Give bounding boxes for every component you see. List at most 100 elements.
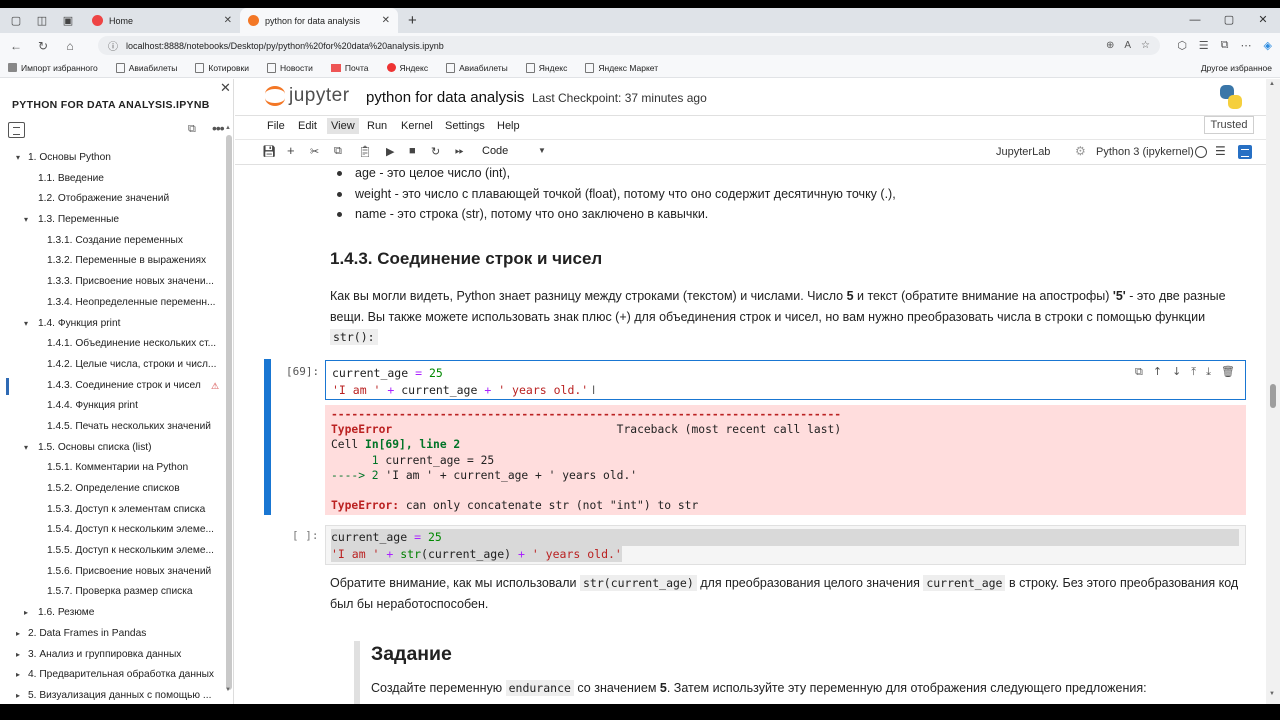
page-scrollbar[interactable]: ▲ ▼ [1266, 79, 1280, 704]
insert-above-icon[interactable]: ⤒ [1191, 364, 1196, 381]
bookmark-news[interactable]: Новости [266, 62, 313, 73]
toc-item[interactable]: ▾ 1.3. Переменные [0, 210, 222, 231]
collections-icon[interactable]: ⧉ [1221, 39, 1229, 52]
scroll-up-icon[interactable]: ▲ [225, 125, 231, 131]
collapse-all-icon[interactable]: ⧉ [188, 123, 196, 136]
menu-kernel[interactable]: Kernel [401, 120, 433, 132]
toc-item[interactable]: 1.3.2. Переменные в выражениях [0, 251, 222, 272]
scroll-up-icon[interactable]: ▲ [1269, 81, 1275, 87]
toc-item[interactable]: ▸ 3. Анализ и группировка данных [0, 645, 222, 666]
tab-actions-icon[interactable]: ▣ [58, 11, 78, 31]
jupyterlab-link[interactable]: JupyterLab [996, 146, 1050, 158]
minimize-icon[interactable]: — [1178, 8, 1212, 33]
toc-item[interactable]: 1.5.7. Проверка размер списка [0, 582, 222, 603]
menu-edit[interactable]: Edit [298, 120, 317, 132]
sidebar-scrollbar[interactable] [226, 135, 232, 690]
toc-item[interactable]: 1.3.4. Неопределенные переменн... [0, 293, 222, 314]
cell-type-select[interactable]: Code [482, 145, 508, 157]
toc-list-icon[interactable] [8, 122, 25, 138]
chevron-right-icon[interactable]: ▸ [24, 603, 28, 623]
scroll-thumb[interactable] [1270, 384, 1276, 408]
toc-item[interactable]: 1.5.6. Присвоение новых значений [0, 562, 222, 583]
toc-item[interactable]: ▸ 4. Предварительная обработка данных [0, 665, 222, 686]
fast-forward-icon[interactable]: ⏩︎ [455, 145, 464, 158]
menu-icon[interactable]: ☰ [1215, 144, 1226, 158]
chevron-right-icon[interactable]: ▸ [16, 624, 20, 644]
toc-item[interactable]: ▾ 1.4. Функция print [0, 314, 222, 335]
close-tab-icon[interactable]: ✕ [224, 15, 232, 26]
scroll-down-icon[interactable]: ▼ [1269, 691, 1275, 697]
extensions-icon[interactable]: ⬡ [1177, 39, 1187, 52]
toc-item[interactable]: 1.1. Введение [0, 169, 222, 190]
run-icon[interactable]: ▶ [386, 145, 394, 158]
chevron-down-icon[interactable]: ▾ [24, 438, 28, 458]
bookmark-yandex[interactable]: Яндекс [386, 63, 428, 73]
favorites-icon[interactable]: ☰ [1199, 39, 1209, 52]
toc-item[interactable]: 1.4.2. Целые числа, строки и числ... [0, 355, 222, 376]
menu-settings[interactable]: Settings [445, 120, 485, 132]
tab-home[interactable]: Home ✕ [84, 8, 240, 33]
browser-profile-icon[interactable]: ▢ [6, 11, 26, 31]
toc-item[interactable]: 1.4.4. Функция print [0, 396, 222, 417]
reload-icon[interactable]: ↻ [32, 39, 54, 53]
toc-item[interactable]: 1.5.5. Доступ к нескольким элеме... [0, 541, 222, 562]
close-sidebar-icon[interactable]: ✕ [220, 80, 231, 96]
menu-file[interactable]: File [267, 120, 285, 132]
toc-item[interactable]: 1.2. Отображение значений [0, 189, 222, 210]
copilot-icon[interactable]: ◈ [1264, 39, 1272, 52]
home-icon[interactable]: ⌂ [59, 39, 81, 53]
toc-item[interactable]: ▸ 1.6. Резюме [0, 603, 222, 624]
toc-item[interactable]: 1.5.4. Доступ к нескольким элеме... [0, 520, 222, 541]
bookmark-yandex-2[interactable]: Яндекс [525, 62, 567, 73]
cut-icon[interactable]: ✂ [310, 145, 319, 158]
jupyter-logo[interactable]: jupyter [265, 84, 350, 108]
read-aloud-icon[interactable]: A [1124, 40, 1131, 51]
trusted-badge[interactable]: Trusted [1204, 116, 1254, 134]
chevron-right-icon[interactable]: ▸ [16, 665, 20, 685]
info-icon[interactable]: ⓘ [108, 38, 118, 53]
tab-notebook[interactable]: python for data analysis ✕ [240, 8, 398, 33]
toc-item[interactable]: ▸ 2. Data Frames in Pandas [0, 624, 222, 645]
move-up-icon[interactable]: ↑ [1153, 364, 1162, 381]
chevron-down-icon[interactable]: ▼ [538, 146, 546, 155]
more-options-icon[interactable]: ••• [212, 120, 225, 136]
maximize-icon[interactable]: ▢ [1212, 8, 1246, 33]
code-cell-editor[interactable]: current_age = 25 'I am ' + current_age +… [325, 360, 1246, 400]
bookmark-avia-2[interactable]: Авиабилеты [446, 62, 508, 73]
move-down-icon[interactable]: ↓ [1172, 364, 1181, 381]
menu-view[interactable]: View [327, 118, 359, 134]
chevron-down-icon[interactable]: ▾ [24, 314, 28, 334]
bookmark-market[interactable]: Яндекс Маркет [585, 62, 658, 73]
notebook-name[interactable]: python for data analysis [366, 89, 524, 106]
delete-cell-icon[interactable]: 🗑︎ [1221, 364, 1235, 381]
add-cell-icon[interactable]: + [287, 143, 295, 158]
toc-item[interactable]: 1.4.5. Печать нескольких значений [0, 417, 222, 438]
chevron-right-icon[interactable]: ▸ [16, 645, 20, 665]
bookmark-quotes[interactable]: Котировки [195, 62, 249, 73]
toc-toggle-icon[interactable] [1238, 145, 1252, 159]
other-favorites[interactable]: Другое избранное [1197, 63, 1272, 73]
toc-item[interactable]: 1.4.3. Соединение строк и чисел ⚠ [0, 376, 222, 397]
chevron-right-icon[interactable]: ▸ [16, 686, 20, 706]
bookmark-mail[interactable]: Почта [330, 63, 369, 73]
url-field[interactable]: ⓘ localhost:8888/notebooks/Desktop/py/py… [98, 36, 1160, 55]
toc-item[interactable]: 1.3.1. Создание переменных [0, 231, 222, 252]
window-close-icon[interactable]: ✕ [1246, 8, 1280, 33]
workspaces-icon[interactable]: ◫ [32, 11, 52, 31]
code-cell-editor[interactable]: current_age = 25 'I am ' + str(current_a… [325, 525, 1246, 565]
bookmark-import[interactable]: Импорт избранного [8, 63, 98, 73]
menu-dots-icon[interactable]: ⋯ [1241, 39, 1252, 52]
bookmark-avia[interactable]: Авиабилеты [115, 62, 177, 73]
toc-item[interactable]: 1.5.2. Определение списков [0, 479, 222, 500]
chevron-down-icon[interactable]: ▾ [16, 148, 20, 168]
stop-icon[interactable]: ■ [409, 145, 416, 157]
toc-item[interactable]: 1.5.1. Комментарии на Python [0, 458, 222, 479]
zoom-icon[interactable]: ⊕ [1106, 40, 1114, 51]
toc-item[interactable]: 1.4.1. Объединение нескольких ст... [0, 334, 222, 355]
menu-help[interactable]: Help [497, 120, 520, 132]
back-icon[interactable]: ← [5, 39, 27, 53]
toc-item[interactable]: ▾ 1.5. Основы списка (list) [0, 438, 222, 459]
restart-icon[interactable]: ↻ [431, 145, 440, 158]
save-icon[interactable]: 💾︎ [262, 145, 276, 158]
duplicate-cell-icon[interactable]: ⧉ [1135, 364, 1143, 381]
